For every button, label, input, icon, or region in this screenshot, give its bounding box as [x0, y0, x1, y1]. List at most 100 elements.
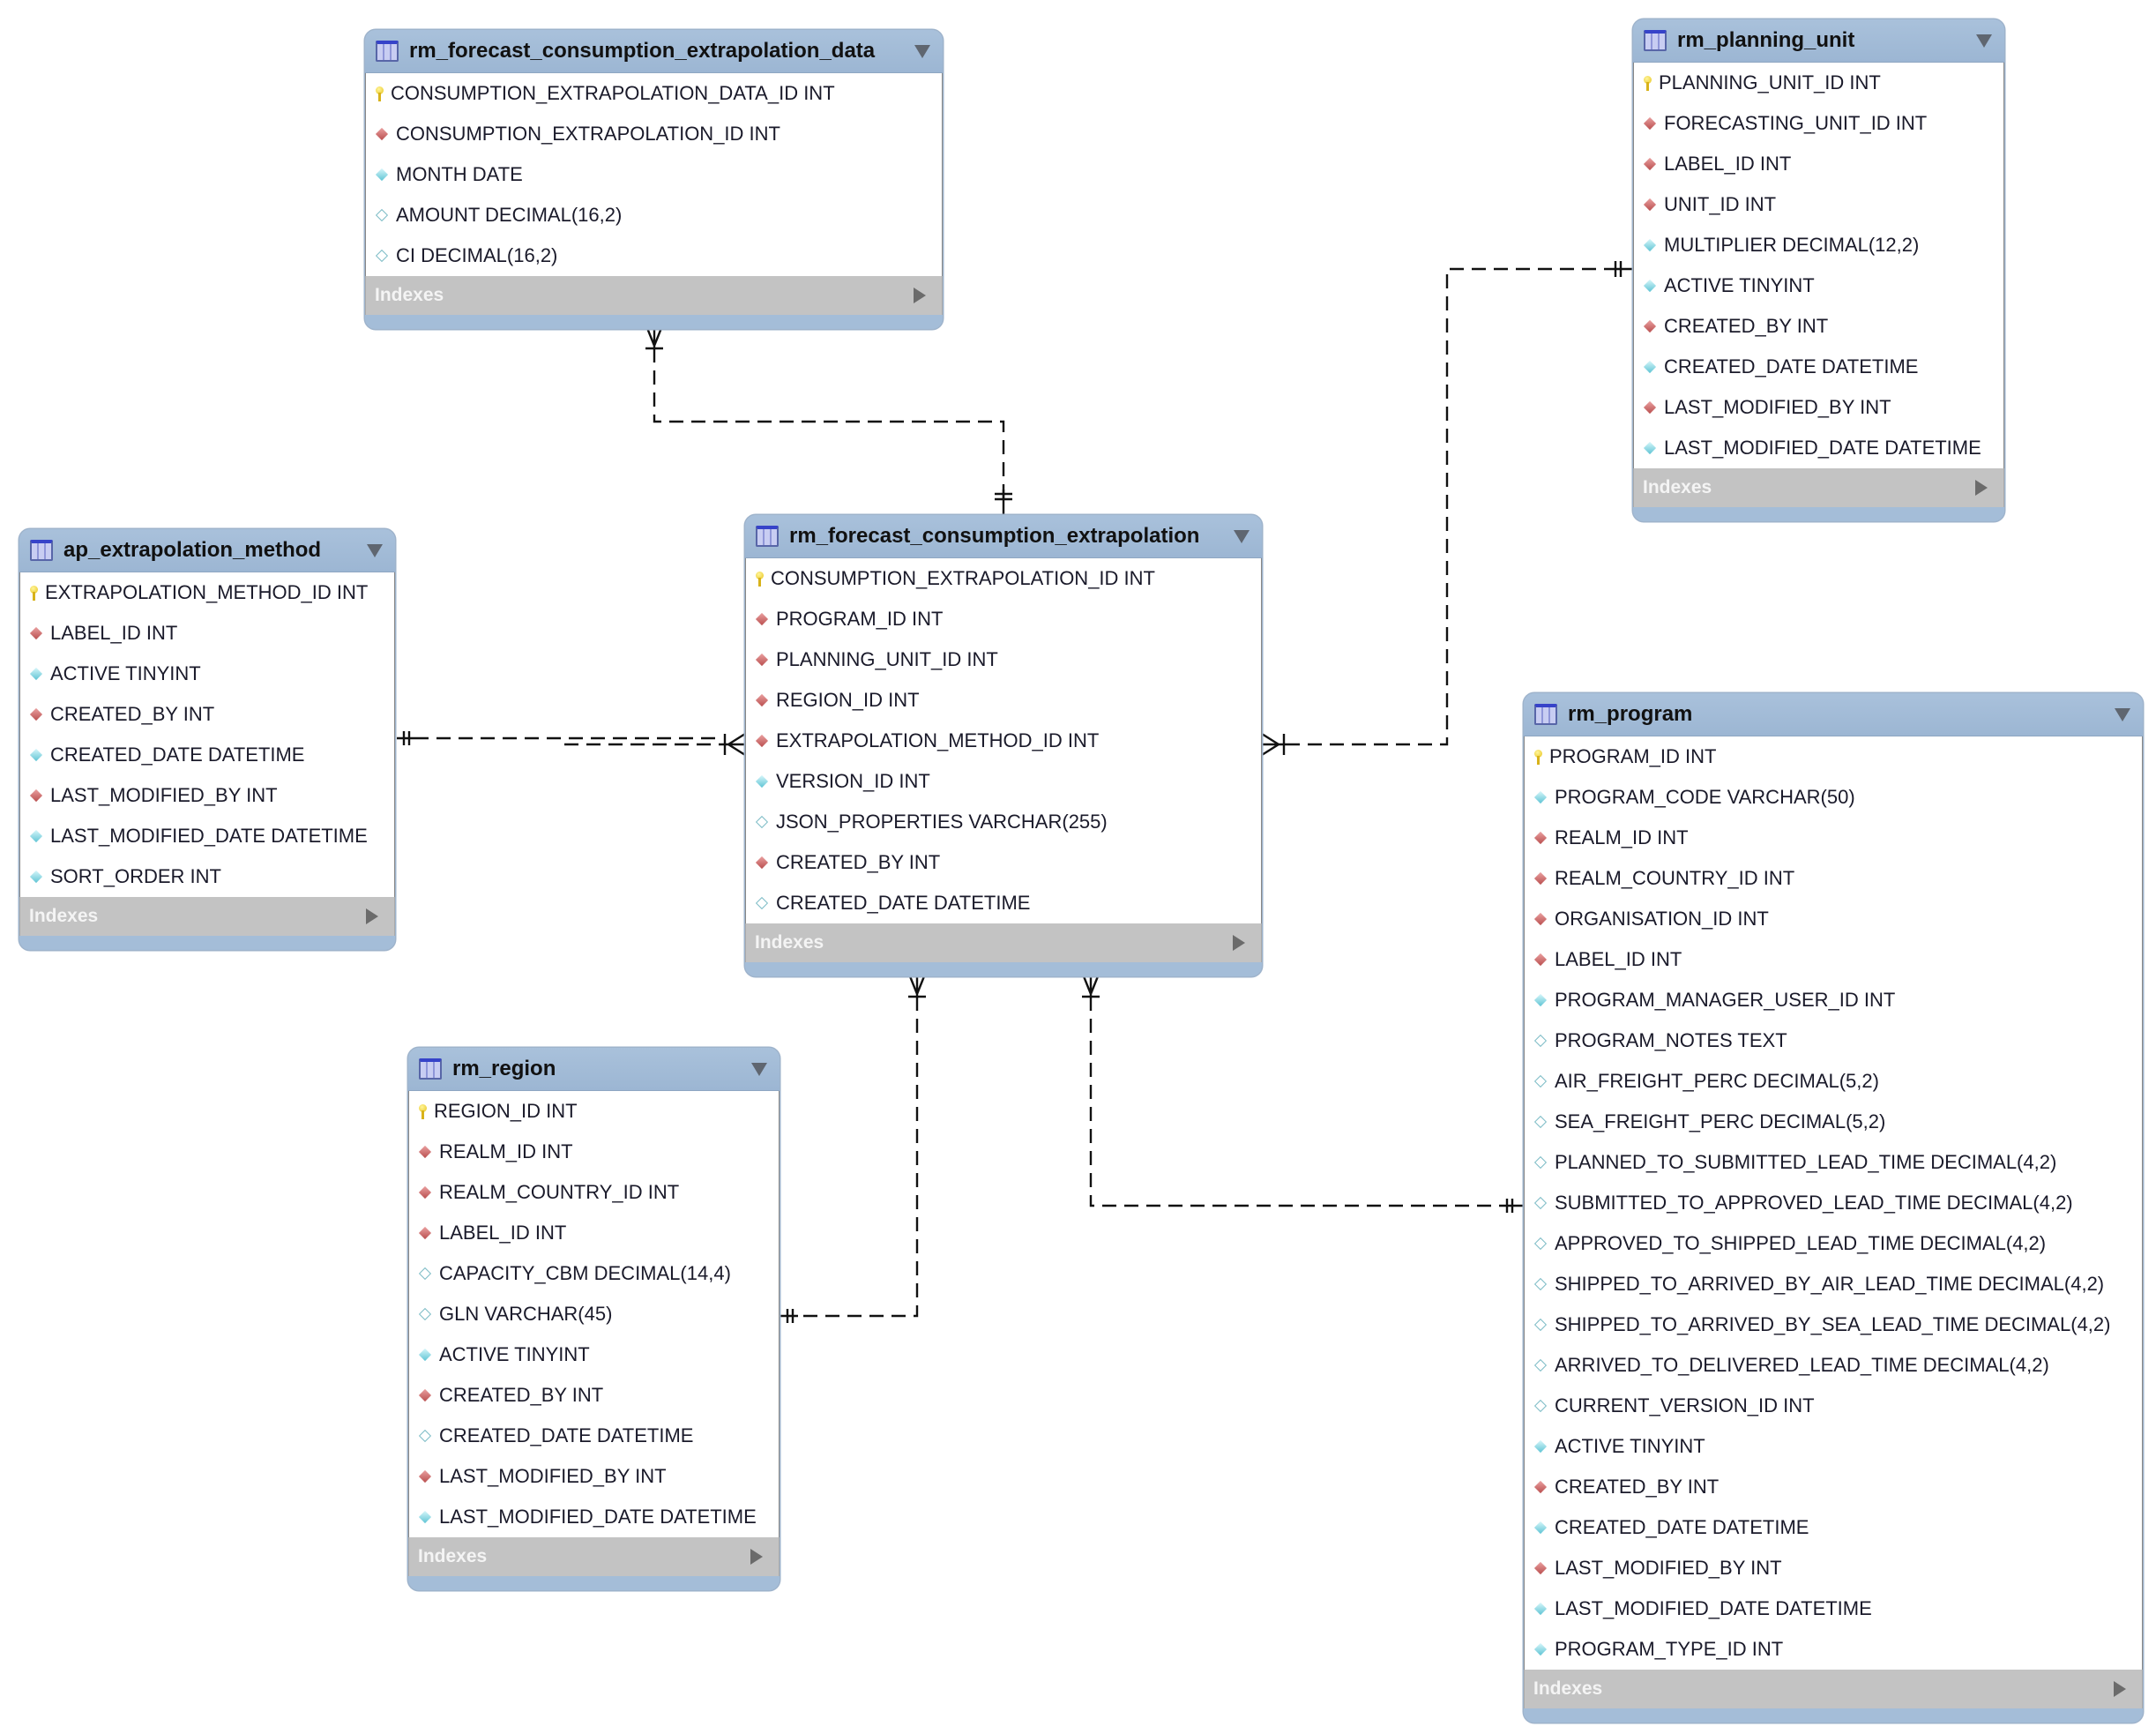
connector-data-to-extrapolation[interactable] — [653, 348, 1005, 503]
column-row[interactable]: LAST_MODIFIED_BY INT — [1634, 387, 2003, 428]
column-row[interactable]: EXTRAPOLATION_METHOD_ID INT — [20, 572, 394, 613]
column-row[interactable]: CREATED_DATE DATETIME — [409, 1416, 779, 1456]
column-row[interactable]: CONSUMPTION_EXTRAPOLATION_ID INT — [366, 114, 942, 154]
column-row[interactable]: PLANNING_UNIT_ID INT — [1634, 63, 2003, 103]
column-row[interactable]: CREATED_DATE DATETIME — [746, 883, 1261, 923]
connector-extrapolation-to-planning-unit[interactable] — [1286, 267, 1614, 746]
column-row[interactable]: CAPACITY_CBM DECIMAL(14,4) — [409, 1253, 779, 1294]
column-row[interactable]: SUBMITTED_TO_APPROVED_LEAD_TIME DECIMAL(… — [1525, 1183, 2142, 1223]
indexes-section[interactable]: Indexes — [1524, 1670, 2143, 1708]
indexes-section[interactable]: Indexes — [365, 276, 943, 315]
column-row[interactable]: ACTIVE TINYINT — [409, 1334, 779, 1375]
column-row[interactable]: CREATED_BY INT — [409, 1375, 779, 1416]
column-row[interactable]: CONSUMPTION_EXTRAPOLATION_ID INT — [746, 558, 1261, 599]
column-row[interactable]: LABEL_ID INT — [409, 1213, 779, 1253]
column-row[interactable]: SHIPPED_TO_ARRIVED_BY_SEA_LEAD_TIME DECI… — [1525, 1304, 2142, 1345]
column-row[interactable]: LAST_MODIFIED_DATE DATETIME — [1634, 428, 2003, 468]
column-row[interactable]: PLANNING_UNIT_ID INT — [746, 639, 1261, 680]
column-row[interactable]: MULTIPLIER DECIMAL(12,2) — [1634, 225, 2003, 265]
column-row[interactable]: REGION_ID INT — [409, 1091, 779, 1132]
column-row[interactable]: CREATED_DATE DATETIME — [1634, 347, 2003, 387]
column-row[interactable]: FORECASTING_UNIT_ID INT — [1634, 103, 2003, 144]
column-row[interactable]: LAST_MODIFIED_BY INT — [1525, 1548, 2142, 1588]
table-rm-forecast-consumption-extrapolation-data[interactable]: rm_forecast_consumption_extrapolation_da… — [365, 30, 943, 329]
column-row[interactable]: PROGRAM_ID INT — [1525, 736, 2142, 777]
indexes-section[interactable]: Indexes — [1633, 468, 2004, 507]
column-row[interactable]: LAST_MODIFIED_DATE DATETIME — [20, 816, 394, 856]
column-row[interactable]: REALM_COUNTRY_ID INT — [1525, 858, 2142, 899]
column-row[interactable]: LABEL_ID INT — [20, 613, 394, 654]
column-row[interactable]: PROGRAM_CODE VARCHAR(50) — [1525, 777, 2142, 818]
column-row[interactable]: LABEL_ID INT — [1634, 144, 2003, 184]
expand-arrow-icon[interactable] — [2114, 1681, 2126, 1697]
table-ap-extrapolation-method[interactable]: ap_extrapolation_method EXTRAPOLATION_MET… — [19, 529, 395, 950]
column-row[interactable]: UNIT_ID INT — [1634, 184, 2003, 225]
column-row[interactable]: SEA_FREIGHT_PERC DECIMAL(5,2) — [1525, 1102, 2142, 1142]
indexes-section[interactable]: Indexes — [745, 923, 1262, 962]
collapse-arrow-icon[interactable] — [2115, 707, 2130, 721]
collapse-arrow-icon[interactable] — [1234, 529, 1250, 543]
column-row[interactable]: VERSION_ID INT — [746, 761, 1261, 802]
column-row[interactable]: AIR_FREIGHT_PERC DECIMAL(5,2) — [1525, 1061, 2142, 1102]
column-row[interactable]: JSON_PROPERTIES VARCHAR(255) — [746, 802, 1261, 842]
column-row[interactable]: LAST_MODIFIED_BY INT — [409, 1456, 779, 1497]
column-row[interactable]: REALM_ID INT — [1525, 818, 2142, 858]
column-row[interactable]: LABEL_ID INT — [1525, 939, 2142, 980]
table-header[interactable]: rm_forecast_consumption_extrapolation — [745, 515, 1262, 558]
column-row[interactable]: REALM_COUNTRY_ID INT — [409, 1172, 779, 1213]
connector-extrapolation-to-program[interactable] — [1089, 997, 1503, 1207]
table-header[interactable]: rm_planning_unit — [1633, 19, 2004, 63]
collapse-arrow-icon[interactable] — [1976, 34, 1992, 48]
column-row[interactable]: EXTRAPOLATION_METHOD_ID INT — [746, 721, 1261, 761]
expand-arrow-icon[interactable] — [1975, 480, 1988, 496]
table-rm-forecast-consumption-extrapolation[interactable]: rm_forecast_consumption_extrapolation CON… — [745, 515, 1262, 976]
collapse-arrow-icon[interactable] — [751, 1062, 767, 1076]
table-header[interactable]: ap_extrapolation_method — [19, 529, 395, 572]
column-row[interactable]: ACTIVE TINYINT — [1634, 265, 2003, 306]
column-row[interactable]: PLANNED_TO_SUBMITTED_LEAD_TIME DECIMAL(4… — [1525, 1142, 2142, 1183]
column-row[interactable]: PROGRAM_MANAGER_USER_ID INT — [1525, 980, 2142, 1020]
column-row[interactable]: CI DECIMAL(16,2) — [366, 235, 942, 276]
collapse-arrow-icon[interactable] — [914, 44, 930, 58]
column-row[interactable]: REALM_ID INT — [409, 1132, 779, 1172]
expand-arrow-icon[interactable] — [1233, 935, 1245, 951]
column-row[interactable]: SHIPPED_TO_ARRIVED_BY_AIR_LEAD_TIME DECI… — [1525, 1264, 2142, 1304]
column-row[interactable]: SORT_ORDER INT — [20, 856, 394, 897]
column-row[interactable]: CREATED_BY INT — [20, 694, 394, 735]
column-row[interactable]: ORGANISATION_ID INT — [1525, 899, 2142, 939]
column-row[interactable]: CONSUMPTION_EXTRAPOLATION_DATA_ID INT — [366, 73, 942, 114]
table-header[interactable]: rm_region — [408, 1048, 780, 1091]
column-row[interactable]: REGION_ID INT — [746, 680, 1261, 721]
column-row[interactable]: CREATED_BY INT — [1525, 1467, 2142, 1507]
column-row[interactable]: ACTIVE TINYINT — [1525, 1426, 2142, 1467]
expand-arrow-icon[interactable] — [366, 908, 378, 924]
column-row[interactable]: CREATED_BY INT — [746, 842, 1261, 883]
column-row[interactable]: MONTH DATE — [366, 154, 942, 195]
indexes-section[interactable]: Indexes — [408, 1537, 780, 1576]
column-row[interactable]: ACTIVE TINYINT — [20, 654, 394, 694]
expand-arrow-icon[interactable] — [914, 288, 926, 303]
column-row[interactable]: CURRENT_VERSION_ID INT — [1525, 1386, 2142, 1426]
column-row[interactable]: LAST_MODIFIED_DATE DATETIME — [409, 1497, 779, 1537]
collapse-arrow-icon[interactable] — [367, 543, 383, 557]
connector-extrapolation-to-region[interactable] — [798, 997, 919, 1318]
column-row[interactable]: CREATED_DATE DATETIME — [20, 735, 394, 775]
table-header[interactable]: rm_forecast_consumption_extrapolation_da… — [365, 30, 943, 73]
column-row[interactable]: PROGRAM_NOTES TEXT — [1525, 1020, 2142, 1061]
column-row[interactable]: LAST_MODIFIED_BY INT — [20, 775, 394, 816]
expand-arrow-icon[interactable] — [750, 1549, 763, 1565]
column-row[interactable]: LAST_MODIFIED_DATE DATETIME — [1525, 1588, 2142, 1629]
column-row[interactable]: GLN VARCHAR(45) — [409, 1294, 779, 1334]
column-row[interactable]: CREATED_BY INT — [1634, 306, 2003, 347]
column-row[interactable]: ARRIVED_TO_DELIVERED_LEAD_TIME DECIMAL(4… — [1525, 1345, 2142, 1386]
indexes-section[interactable]: Indexes — [19, 897, 395, 936]
table-rm-region[interactable]: rm_region REGION_ID INT REALM_ID INT REALM_… — [408, 1048, 780, 1590]
column-row[interactable]: PROGRAM_ID INT — [746, 599, 1261, 639]
column-row[interactable]: CREATED_DATE DATETIME — [1525, 1507, 2142, 1548]
column-row[interactable]: AMOUNT DECIMAL(16,2) — [366, 195, 942, 235]
column-row[interactable]: PROGRAM_TYPE_ID INT — [1525, 1629, 2142, 1670]
table-rm-planning-unit[interactable]: rm_planning_unit PLANNING_UNIT_ID INT FORE… — [1633, 19, 2004, 521]
table-rm-program[interactable]: rm_program PROGRAM_ID INT PROGRAM_CODE VAR… — [1524, 693, 2143, 1723]
table-header[interactable]: rm_program — [1524, 693, 2143, 736]
column-row[interactable]: APPROVED_TO_SHIPPED_LEAD_TIME DECIMAL(4,… — [1525, 1223, 2142, 1264]
